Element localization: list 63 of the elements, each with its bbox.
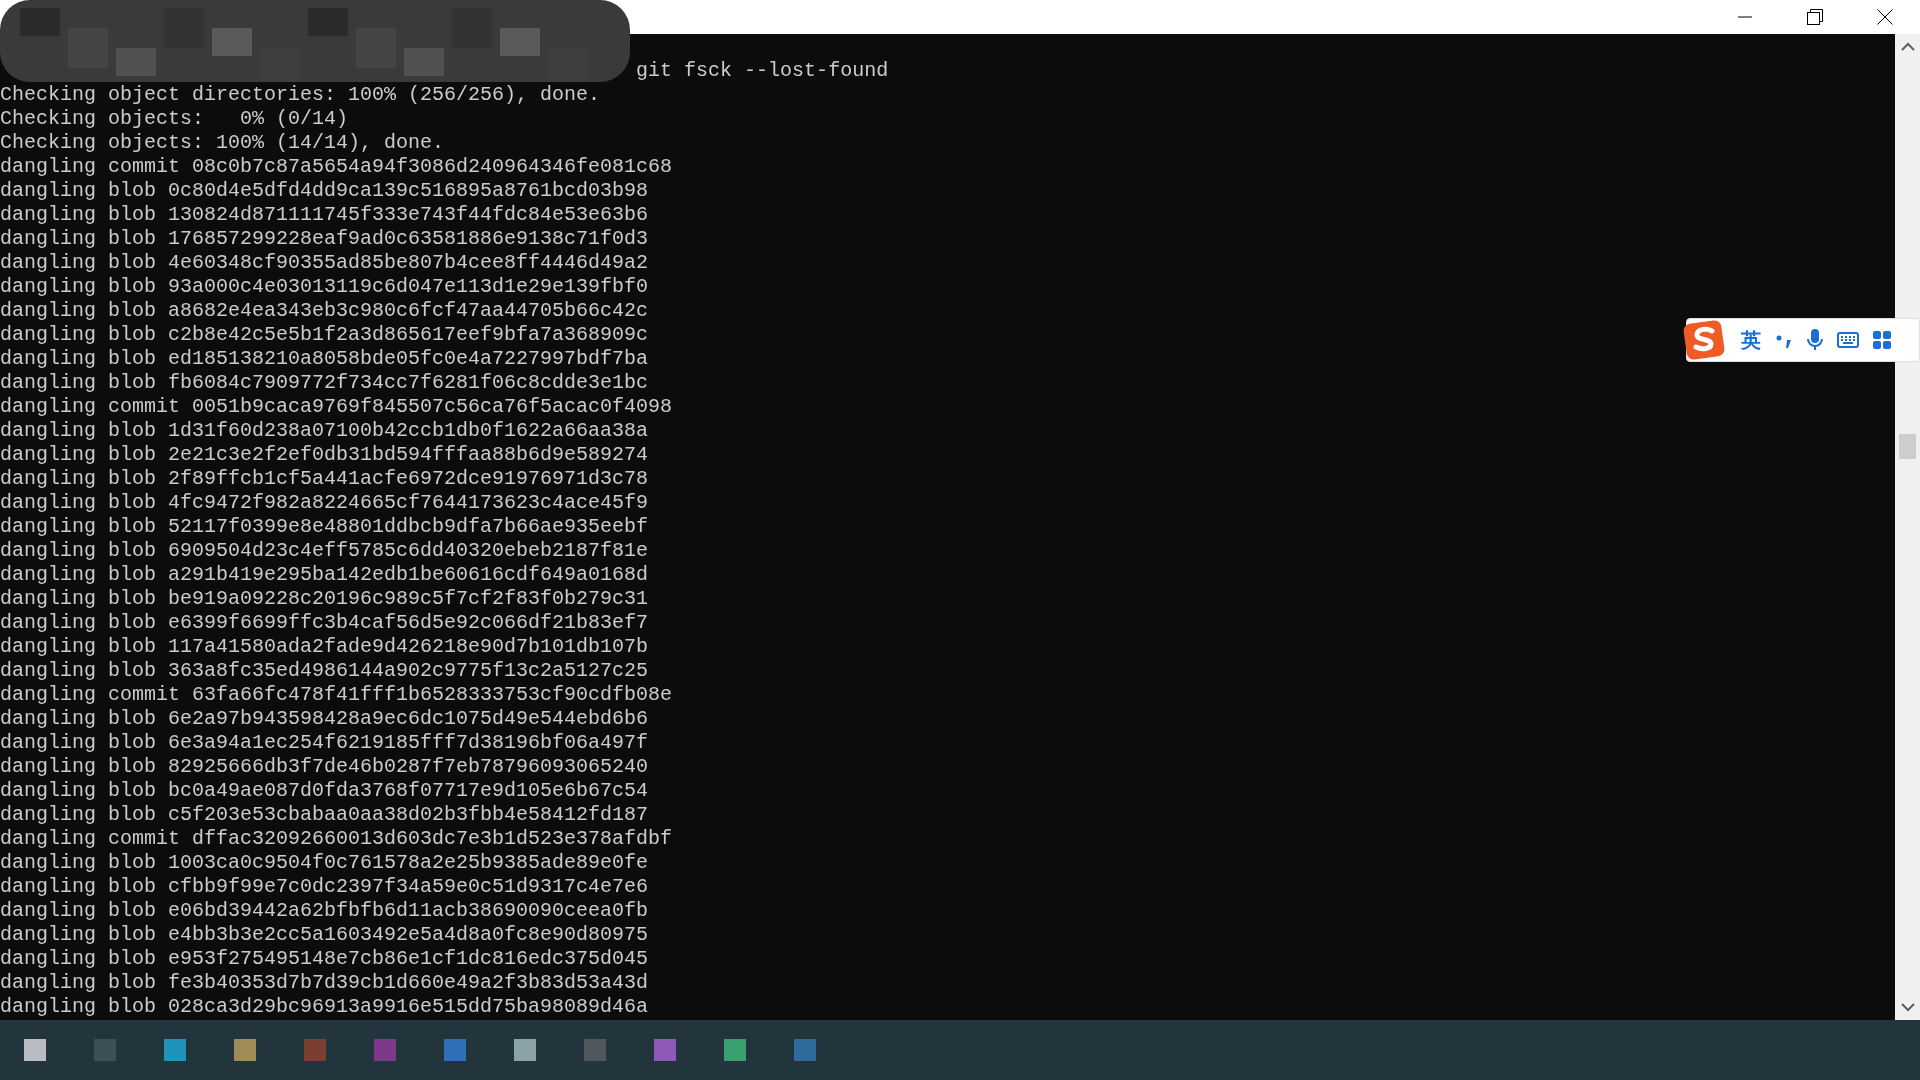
output-line: dangling blob 6e2a97b943598428a9ec6dc1075d49e544ebd6b6 <box>0 707 649 731</box>
taskbar-app-icon[interactable] <box>794 1039 816 1061</box>
output-line: dangling blob ed185138210a8058bde05fc0e4a7227997bdf7ba <box>0 347 649 371</box>
output-line: dangling blob e4bb3b3e2cc5a1603492e5a4d8a0fc8e90d80975 <box>0 923 649 947</box>
output-line: dangling blob 1d31f60d238a07100b42ccb1db0f1622a66aa38a <box>0 419 649 443</box>
output-line: dangling blob a291b419e295ba142edb1be60616cdf649a0168d <box>0 563 649 587</box>
output-line: dangling blob 1003ca0c9504f0c761578a2e25b9385ade89e0fe <box>0 851 649 875</box>
output-line: dangling blob 028ca3d29bc96913a9916e515dd75ba98089d46a <box>0 995 649 1019</box>
output-line: dangling blob fe3b40353d7b7d39cb1d660e49a2f3b83d53a43d <box>0 971 649 995</box>
taskbar-app-icon[interactable] <box>724 1039 746 1061</box>
taskbar-app-icon[interactable] <box>514 1039 536 1061</box>
taskbar-app-icon[interactable] <box>234 1039 256 1061</box>
output-line: dangling blob 82925666db3f7de46b0287f7eb78796093065240 <box>0 755 649 779</box>
scroll-down-icon[interactable] <box>1900 1003 1915 1012</box>
taskbar-app-icon[interactable] <box>94 1039 116 1061</box>
grid-menu-icon[interactable] <box>1873 331 1891 349</box>
output-line: dangling blob 93a000c4e03013119c6d047e113d1e29e139fbf0 <box>0 275 649 299</box>
output-line: dangling commit 08c0b7c87a5654a94f3086d240964346fe081c68 <box>0 155 673 179</box>
output-line: dangling blob c2b8e42c5e5b1f2a3d865617eef9bfa7a368909c <box>0 323 649 347</box>
taskbar-app-icon[interactable] <box>164 1039 186 1061</box>
taskbar-app-icon[interactable] <box>584 1039 606 1061</box>
output-line: dangling blob 4e60348cf90355ad85be807b4cee8ff4446d49a2 <box>0 251 649 275</box>
output-line: dangling blob e06bd39442a62bfbfb6d11acb38690090ceea0fb <box>0 899 649 923</box>
output-line: Checking objects: 0% (0/14) <box>0 107 349 131</box>
output-line: dangling commit 63fa66fc478f41fff1b6528333753cf90cdfb08e <box>0 683 673 707</box>
output-line: dangling blob fb6084c7909772f734cc7f6281f06c8cdde3e1bc <box>0 371 649 395</box>
scrollbar-thumb[interactable] <box>1899 434 1916 459</box>
scrollbar[interactable] <box>1895 34 1920 1020</box>
output-line: Checking objects: 100% (14/14), done. <box>0 131 445 155</box>
scroll-up-icon[interactable] <box>1900 42 1915 51</box>
output-line: dangling blob be919a09228c20196c989c5f7cf2f83f0b279c31 <box>0 587 649 611</box>
minimize-icon <box>1738 16 1752 18</box>
output-line: dangling blob 4fc9472f982a8224665cf7644173623c4ace45f9 <box>0 491 649 515</box>
taskbar-app-icon[interactable] <box>374 1039 396 1061</box>
restore-icon <box>1807 9 1823 25</box>
taskbar-app-icon[interactable] <box>654 1039 676 1061</box>
output-line: dangling blob 2e21c3e2f2ef0db31bd594fffaa88b6d9e589274 <box>0 443 649 467</box>
output-line: Checking object directories: 100% (256/256), done. <box>0 83 601 107</box>
output-line: dangling blob 363a8fc35ed4986144a902c9775f13c2a5127c25 <box>0 659 649 683</box>
output-line: dangling blob 2f89ffcb1cf5a441acfe6972dce91976971d3c78 <box>0 467 649 491</box>
microphone-icon[interactable] <box>1807 329 1823 351</box>
taskbar-app-icon[interactable] <box>24 1039 46 1061</box>
output-line: dangling blob 0c80d4e5dfd4dd9ca139c516895a8761bcd03b98 <box>0 179 649 203</box>
output-line: dangling commit 0051b9caca9769f845507c56ca76f5acac0f4098 <box>0 395 673 419</box>
output-line: dangling blob 117a41580ada2fade9d426218e90d7b101db107b <box>0 635 649 659</box>
output-line: dangling blob cfbb9f99e7c0dc2397f34a59e0c51d9317c4e7e6 <box>0 875 649 899</box>
close-icon <box>1877 9 1893 25</box>
command-text: git fsck --lost-found <box>636 59 889 83</box>
output-line: dangling blob a8682e4ea343eb3c980c6fcf47aa44705b66c42c <box>0 299 649 323</box>
output-line: dangling blob bc0a49ae087d0fda3768f07717e9d105e6b67c54 <box>0 779 649 803</box>
output-line: dangling blob 6909504d23c4eff5785c6dd40320ebeb2187f81e <box>0 539 649 563</box>
output-line: dangling blob c5f203e53cbabaa0aa38d02b3fbb4e58412fd187 <box>0 803 649 827</box>
taskbar-app-icon[interactable] <box>304 1039 326 1061</box>
keyboard-icon[interactable] <box>1837 332 1859 348</box>
output-line: dangling blob e953f275495148e7cb86e1cf1dc816edc375d045 <box>0 947 649 971</box>
output-line: dangling blob 176857299228eaf9ad0c63581886e9138c71f0d3 <box>0 227 649 251</box>
output-line: dangling blob 52117f0399e8e48801ddbcb9dfa7b66ae935eebf <box>0 515 649 539</box>
output-line: dangling blob 6e3a94a1ec254f6219185fff7d38196bf06a497f <box>0 731 649 755</box>
output-line: dangling commit dffac32092660013d603dc7e3b1d523e378afdbf <box>0 827 673 851</box>
output-line: dangling blob e6399f6699ffc3b4caf56d5e92c066df21b83ef7 <box>0 611 649 635</box>
output-line: dangling blob 130824d871111745f333e743f44fdc84e53e63b6 <box>0 203 649 227</box>
taskbar-app-icon[interactable] <box>444 1039 466 1061</box>
input-mode-toggle[interactable]: 英 <box>1741 326 1761 354</box>
